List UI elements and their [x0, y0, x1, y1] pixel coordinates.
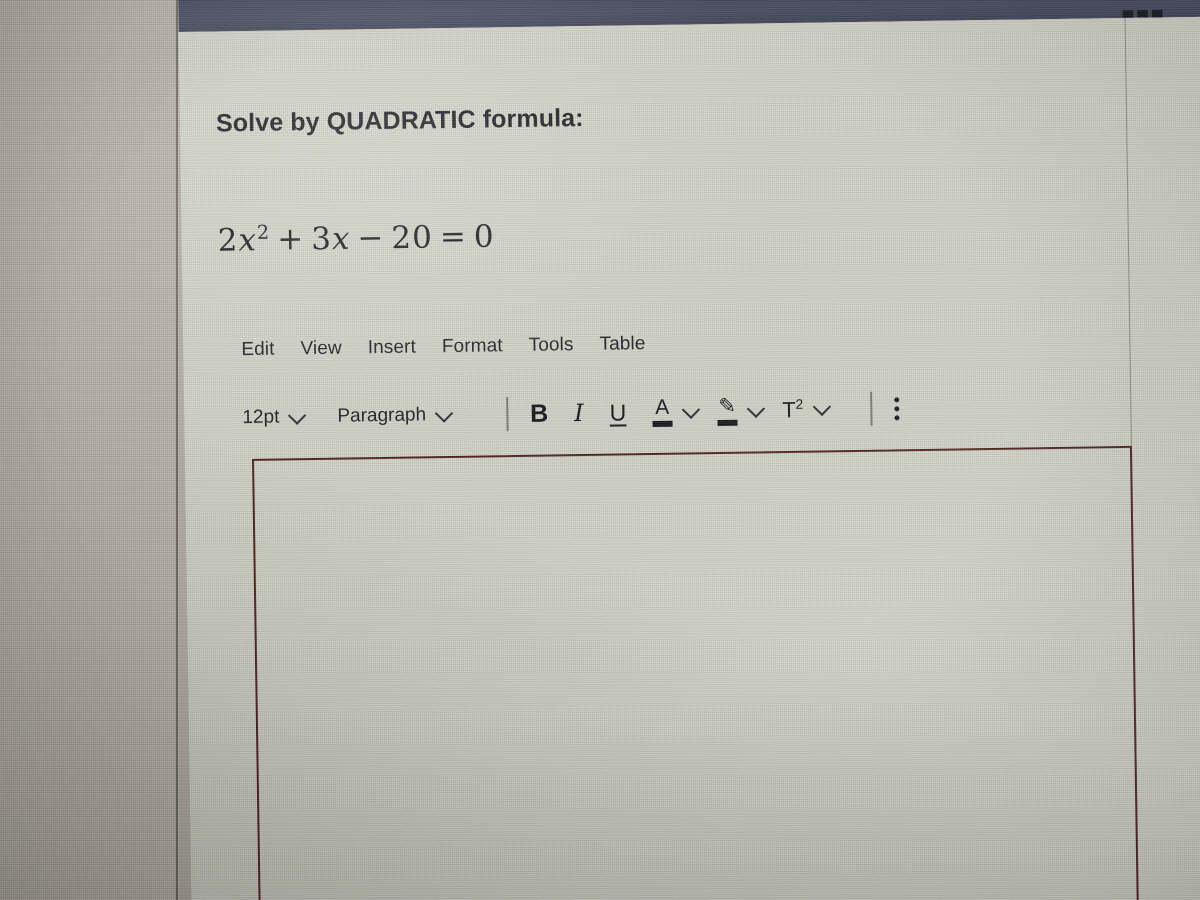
- equation-coefficient-b: 3: [310, 221, 333, 258]
- superscript-exponent: 2: [795, 397, 804, 413]
- menu-item-view[interactable]: View: [300, 338, 342, 361]
- dot: [894, 414, 900, 420]
- text-color-letter: A: [655, 395, 670, 419]
- dot: [894, 405, 900, 411]
- quadratic-equation: 2x2 +3x −20 = 0: [217, 217, 495, 259]
- superscript-letter: T: [782, 397, 796, 423]
- page-title: Solve by QUADRATIC formula:: [215, 103, 584, 138]
- text-color-button[interactable]: A: [652, 395, 701, 428]
- font-size-value: 12pt: [242, 406, 280, 429]
- equation-plus-operator: +: [276, 221, 305, 258]
- superscript-button[interactable]: T2: [782, 397, 832, 423]
- editor-menubar: Edit View Insert Format Tools Table: [241, 333, 645, 361]
- menu-item-table[interactable]: Table: [599, 333, 645, 356]
- screen-plane: ▄▄▄ Solve by QUADRATIC formula: 2x2 +3x −2…: [178, 0, 1200, 900]
- underline-button[interactable]: U: [609, 399, 626, 426]
- equation-variable: x: [238, 222, 258, 259]
- bezel-left-margin: [0, 0, 180, 900]
- chevron-down-icon: [287, 405, 307, 425]
- chevron-down-icon[interactable]: [681, 400, 701, 419]
- screen-left-edge: [176, 0, 178, 900]
- equation-constant: 20: [391, 219, 434, 257]
- highlighter-pen-icon: ✎: [717, 394, 738, 427]
- italic-button[interactable]: I: [574, 399, 584, 427]
- equation-coefficient-a: 2: [217, 222, 239, 259]
- editor-toolbar: 12pt Paragraph B I U A ✎ T2: [242, 391, 900, 435]
- document-page: Solve by QUADRATIC formula: 2x2 +3x −20 = 0 …: [178, 16, 1200, 900]
- equation-variable-2: x: [331, 220, 351, 258]
- block-format-dropdown[interactable]: Paragraph: [337, 403, 453, 428]
- menu-item-insert[interactable]: Insert: [368, 337, 416, 360]
- toolbar-separator-2: [870, 391, 873, 426]
- block-format-value: Paragraph: [337, 404, 427, 427]
- chevron-down-icon: [434, 403, 453, 423]
- more-options-icon[interactable]: [894, 396, 900, 420]
- equation-equals-operator: =: [439, 219, 468, 256]
- font-size-dropdown[interactable]: 12pt: [242, 405, 307, 429]
- superscript-icon: T2: [782, 397, 804, 423]
- highlight-color-swatch: [717, 419, 738, 427]
- dot: [894, 396, 900, 402]
- text-color-icon: A: [652, 395, 673, 428]
- screen-photo: ▄▄▄ Solve by QUADRATIC formula: 2x2 +3x −2…: [0, 0, 1200, 900]
- chevron-down-icon[interactable]: [746, 399, 766, 418]
- highlight-color-button[interactable]: ✎: [717, 394, 766, 427]
- highlighter-glyph: ✎: [718, 394, 737, 419]
- chrome-clipped-glyphs: ▄▄▄: [1122, 1, 1167, 19]
- equation-exponent: 2: [256, 220, 271, 244]
- text-color-swatch: [652, 420, 673, 428]
- equation-minus-operator: −: [357, 220, 385, 257]
- menu-item-edit[interactable]: Edit: [241, 339, 274, 361]
- menu-item-format[interactable]: Format: [442, 335, 503, 358]
- toolbar-separator: [505, 397, 509, 432]
- bold-button[interactable]: B: [530, 399, 548, 428]
- chevron-down-icon[interactable]: [812, 398, 832, 417]
- equation-right-side: 0: [473, 218, 495, 255]
- answer-textarea[interactable]: [252, 445, 1139, 900]
- menu-item-tools[interactable]: Tools: [529, 334, 574, 357]
